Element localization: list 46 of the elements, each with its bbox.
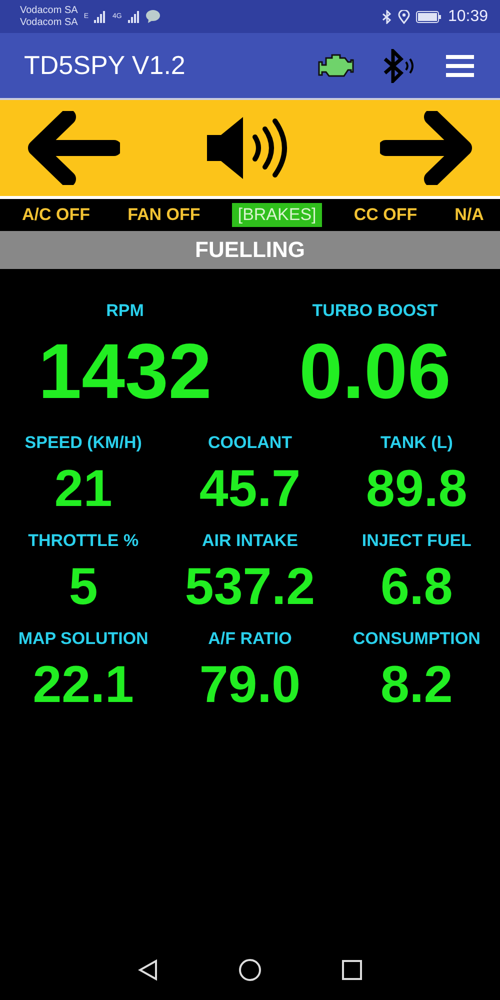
metric-value: 89.8 bbox=[366, 459, 468, 520]
metric-label: MAP SOLUTION bbox=[18, 629, 148, 649]
metric-label: COOLANT bbox=[208, 433, 292, 453]
recents-icon[interactable] bbox=[342, 960, 362, 980]
left-arrow-icon[interactable] bbox=[28, 111, 120, 185]
right-arrow-icon[interactable] bbox=[380, 111, 472, 185]
carrier-name: Vodacom SA bbox=[20, 16, 78, 28]
indicator-label: [BRAKES] bbox=[232, 203, 322, 227]
metric-value: 5 bbox=[68, 557, 98, 618]
metric-value: 21 bbox=[54, 459, 112, 520]
signal-icon bbox=[94, 10, 106, 22]
back-icon[interactable] bbox=[138, 959, 158, 981]
metric-value: 8.2 bbox=[380, 655, 453, 716]
bluetooth-icon[interactable] bbox=[382, 48, 416, 82]
metric-value: 6.8 bbox=[380, 557, 453, 618]
location-icon bbox=[398, 10, 410, 24]
indicator-label: A/C OFF bbox=[21, 204, 91, 226]
bluetooth-icon bbox=[382, 10, 392, 24]
metric-value: 22.1 bbox=[32, 655, 134, 716]
indicator-label: N/A bbox=[454, 204, 485, 226]
metric-value: 79.0 bbox=[199, 655, 301, 716]
message-icon bbox=[146, 10, 160, 23]
engine-icon[interactable] bbox=[318, 52, 354, 78]
indicator-label: CC OFF bbox=[352, 204, 418, 226]
metric-value: 537.2 bbox=[184, 557, 316, 618]
metric-label: INJECT FUEL bbox=[362, 531, 472, 551]
home-icon[interactable] bbox=[238, 958, 262, 982]
battery-icon bbox=[416, 10, 442, 22]
indicator-label: FAN OFF bbox=[126, 204, 202, 226]
metric-value: 45.7 bbox=[199, 459, 301, 520]
clock: 10:39 bbox=[448, 8, 488, 26]
page-title: FUELLING bbox=[0, 231, 500, 269]
metric-value: 0.06 bbox=[299, 326, 451, 417]
metric-label: TANK (L) bbox=[380, 433, 453, 453]
metric-label: RPM bbox=[106, 301, 144, 321]
metric-label: TURBO BOOST bbox=[312, 301, 438, 321]
metric-label: SPEED (KM/H) bbox=[24, 433, 142, 453]
metric-label: AIR INTAKE bbox=[202, 531, 298, 551]
menu-icon[interactable] bbox=[444, 52, 476, 78]
carrier-name: Vodacom SA bbox=[20, 4, 78, 16]
metric-value: 1432 bbox=[38, 326, 212, 417]
app-title: TD5SPY V1.2 bbox=[24, 50, 186, 81]
metric-label: A/F RATIO bbox=[208, 629, 292, 649]
metric-label: THROTTLE % bbox=[28, 531, 139, 551]
signal-icon bbox=[128, 10, 140, 22]
metric-label: CONSUMPTION bbox=[352, 629, 480, 649]
